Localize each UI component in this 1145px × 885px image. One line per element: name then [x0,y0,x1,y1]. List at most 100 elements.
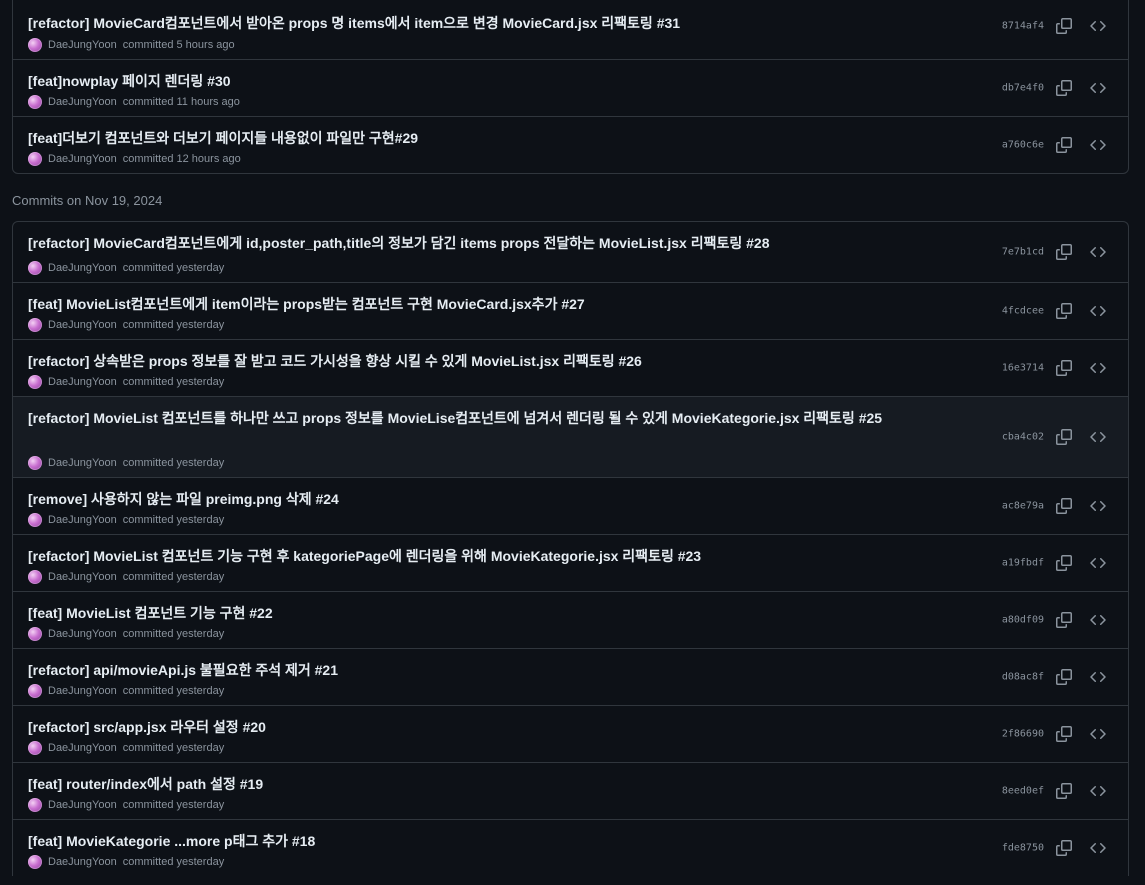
commit-author[interactable]: DaeJungYoon [48,628,117,640]
commit-sha[interactable]: a80df09 [1002,615,1044,626]
commit-author[interactable]: DaeJungYoon [48,856,117,868]
commit-row: [feat] MovieList 컴포넌트 기능 구현 #22 DaeJungY… [13,591,1128,648]
copy-icon[interactable] [1056,840,1072,856]
commit-title[interactable]: [refactor] src/app.jsx 라우터 설정 #20 [28,716,908,738]
commit-author[interactable]: DaeJungYoon [48,376,117,388]
copy-icon[interactable] [1056,244,1072,260]
code-icon[interactable] [1090,498,1106,514]
copy-icon[interactable] [1056,555,1072,571]
commit-author[interactable]: DaeJungYoon [48,153,117,165]
copy-icon[interactable] [1056,429,1072,445]
commit-meta: DaeJungYoon committed yesterday [28,261,224,275]
avatar[interactable] [28,513,42,527]
commit-time: committed 11 hours ago [122,96,240,108]
code-icon[interactable] [1090,80,1106,96]
commit-meta: DaeJungYoon committed yesterday [28,741,224,755]
commit-row: [feat] MovieList컴포넌트에게 item이라는 props받는 컴… [13,282,1128,339]
commit-author[interactable]: DaeJungYoon [48,39,117,51]
commit-title[interactable]: [feat]더보기 컴포넌트와 더보기 페이지들 내용없이 파일만 구현#29 [28,127,908,149]
commit-sha[interactable]: a760c6e [1002,140,1044,151]
commit-time: committed yesterday [122,685,225,697]
commit-title[interactable]: [refactor] MovieCard컴포넌트에서 받아온 props 명 i… [28,12,908,34]
code-icon[interactable] [1090,137,1106,153]
avatar[interactable] [28,570,42,584]
commit-sha[interactable]: 2f86690 [1002,729,1044,740]
copy-icon[interactable] [1056,669,1072,685]
avatar[interactable] [28,798,42,812]
commit-title[interactable]: [refactor] api/movieApi.js 불필요한 주석 제거 #2… [28,659,908,681]
commit-meta: DaeJungYoon committed yesterday [28,375,224,389]
avatar[interactable] [28,318,42,332]
code-icon[interactable] [1090,555,1106,571]
code-icon[interactable] [1090,303,1106,319]
copy-icon[interactable] [1056,726,1072,742]
commit-title[interactable]: [refactor] MovieList 컴포넌트 기능 구현 후 katego… [28,545,908,567]
commit-meta: DaeJungYoon committed yesterday [28,627,224,641]
code-icon[interactable] [1090,783,1106,799]
commit-author[interactable]: DaeJungYoon [48,319,117,331]
commit-sha[interactable]: ac8e79a [1002,501,1044,512]
commit-author[interactable]: DaeJungYoon [48,96,117,108]
commit-meta: DaeJungYoon committed yesterday [28,318,224,332]
copy-icon[interactable] [1056,498,1072,514]
commit-author[interactable]: DaeJungYoon [48,514,117,526]
code-icon[interactable] [1090,244,1106,260]
commit-title[interactable]: [feat] MovieList 컴포넌트 기능 구현 #22 [28,602,908,624]
commit-row: [refactor] 상속받은 props 정보를 잘 받고 코드 가시성을 향… [13,339,1128,396]
avatar[interactable] [28,375,42,389]
avatar[interactable] [28,261,42,275]
commit-meta: DaeJungYoon committed yesterday [28,513,224,527]
commit-title[interactable]: [feat] router/index에서 path 설정 #19 [28,773,908,795]
avatar[interactable] [28,627,42,641]
commit-title[interactable]: [feat] MovieKategorie ...more p태그 추가 #18 [28,830,908,852]
commit-title[interactable]: [feat]nowplay 페이지 렌더링 #30 [28,70,908,92]
commit-sha[interactable]: 4fcdcee [1002,306,1044,317]
commit-sha[interactable]: a19fbdf [1002,558,1044,569]
code-icon[interactable] [1090,360,1106,376]
copy-icon[interactable] [1056,303,1072,319]
avatar[interactable] [28,38,42,52]
commit-time: committed yesterday [122,457,225,469]
code-icon[interactable] [1090,612,1106,628]
commit-time: committed yesterday [122,628,225,640]
commit-author[interactable]: DaeJungYoon [48,571,117,583]
avatar[interactable] [28,456,42,470]
commit-title[interactable]: [refactor] MovieList 컴포넌트를 하나만 쓰고 props … [28,407,908,429]
commit-title[interactable]: [refactor] MovieCard컴포넌트에게 id,poster_pat… [28,232,908,254]
copy-icon[interactable] [1056,137,1072,153]
commit-author[interactable]: DaeJungYoon [48,457,117,469]
commit-title[interactable]: [feat] MovieList컴포넌트에게 item이라는 props받는 컴… [28,293,908,315]
avatar[interactable] [28,152,42,166]
commit-author[interactable]: DaeJungYoon [48,742,117,754]
copy-icon[interactable] [1056,783,1072,799]
commit-title[interactable]: [remove] 사용하지 않는 파일 preimg.png 삭제 #24 [28,488,908,510]
copy-icon[interactable] [1056,80,1072,96]
copy-icon[interactable] [1056,612,1072,628]
code-icon[interactable] [1090,18,1106,34]
code-icon[interactable] [1090,429,1106,445]
commit-sha[interactable]: fde8750 [1002,843,1044,854]
copy-icon[interactable] [1056,18,1072,34]
avatar[interactable] [28,95,42,109]
avatar[interactable] [28,855,42,869]
avatar[interactable] [28,741,42,755]
code-icon[interactable] [1090,726,1106,742]
commit-title[interactable]: [refactor] 상속받은 props 정보를 잘 받고 코드 가시성을 향… [28,350,908,372]
commit-sha[interactable]: 7e7b1cd [1002,247,1044,258]
commit-row: [feat] router/index에서 path 설정 #19 DaeJun… [13,762,1128,819]
commit-time: committed yesterday [122,319,225,331]
commit-sha[interactable]: 16e3714 [1002,363,1044,374]
commit-sha[interactable]: 8714af4 [1002,21,1044,32]
commit-author[interactable]: DaeJungYoon [48,262,117,274]
commit-sha[interactable]: 8eed0ef [1002,786,1044,797]
code-icon[interactable] [1090,669,1106,685]
commit-sha[interactable]: db7e4f0 [1002,83,1044,94]
commit-sha[interactable]: d08ac8f [1002,672,1044,683]
commit-author[interactable]: DaeJungYoon [48,685,117,697]
avatar[interactable] [28,684,42,698]
code-icon[interactable] [1090,840,1106,856]
copy-icon[interactable] [1056,360,1072,376]
commit-author[interactable]: DaeJungYoon [48,799,117,811]
commit-time: committed yesterday [122,856,225,868]
commit-sha[interactable]: cba4c02 [1002,432,1044,443]
